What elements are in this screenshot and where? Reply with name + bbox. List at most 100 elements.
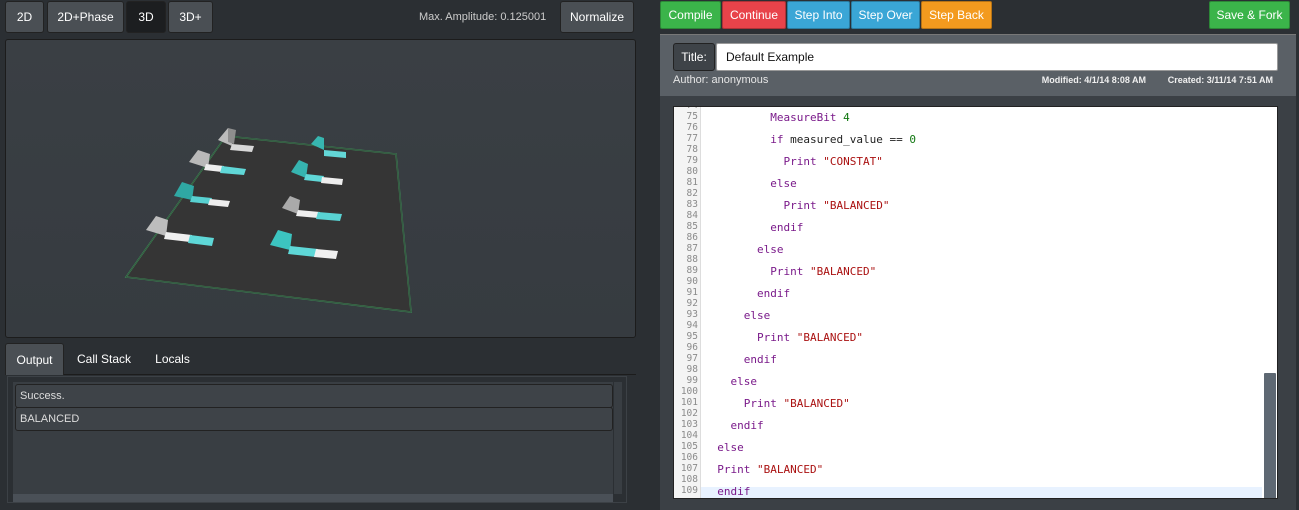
code-string: "BALANCED" (783, 397, 850, 410)
code-keyword: else (730, 375, 758, 388)
line-number: 95 (686, 331, 698, 342)
code-number: 4 (843, 111, 850, 124)
code-keyword: Print (756, 331, 791, 344)
code-keyword: if (770, 133, 784, 146)
code-keyword: Print (783, 199, 817, 212)
code-line: if measured_value == 0 (770, 133, 916, 146)
line-number: 108 (680, 474, 698, 485)
line-number-gutter: 7475767778798081828384858687888990919293… (674, 107, 701, 498)
compile-button[interactable]: Compile (660, 1, 721, 29)
line-number: 86 (686, 232, 698, 243)
3d-viewport[interactable] (5, 39, 636, 338)
code-string: "CONSTAT" (823, 155, 883, 168)
code-keyword: endif (730, 419, 764, 432)
step-back-button[interactable]: Step Back (921, 1, 992, 29)
line-number: 90 (686, 276, 698, 287)
code-line: else (704, 243, 784, 257)
line-number: 103 (680, 419, 698, 430)
line-number: 99 (686, 375, 698, 386)
code-keyword: Print (770, 265, 804, 278)
step-into-button[interactable]: Step Into (787, 1, 850, 29)
code-line: else (704, 309, 771, 323)
view-2d-phase-button[interactable]: 2D+Phase (47, 1, 124, 33)
line-number: 109 (680, 485, 698, 496)
code-keyword: else (770, 177, 797, 190)
line-number: 102 (680, 408, 698, 419)
code-line: Print "BALANCED" (704, 463, 823, 477)
max-amplitude-label: Max. Amplitude: 0.125001 (419, 11, 547, 23)
created-timestamp: Created: 3/11/14 7:51 AM (1167, 75, 1273, 85)
plot-plane (124, 135, 412, 313)
code-keyword: else (756, 243, 784, 256)
line-number: 78 (686, 144, 698, 155)
code-line: endif (704, 221, 803, 235)
output-list: Success. BALANCED (13, 382, 613, 494)
code-string: "BALANCED" (823, 199, 890, 212)
view-2d-button[interactable]: 2D (5, 1, 44, 33)
step-over-button[interactable]: Step Over (851, 1, 920, 29)
output-console: Success. BALANCED (7, 376, 627, 503)
line-number: 107 (680, 463, 698, 474)
line-number: 91 (686, 287, 698, 298)
title-label: Title: (673, 43, 715, 71)
modified-timestamp: Modified: 4/1/14 8:08 AM (1041, 75, 1146, 85)
program-meta-bar: Title: Author: anonymous Modified: 4/1/1… (660, 34, 1296, 96)
code-line: MeasureBit 4 (704, 111, 850, 125)
tab-output[interactable]: Output (5, 343, 64, 375)
line-number: 92 (686, 298, 698, 309)
editor-scrollbar-thumb[interactable] (1264, 373, 1276, 498)
code-line: endif (704, 287, 790, 301)
code-line: Print "BALANCED" (704, 199, 889, 213)
line-number: 100 (680, 386, 698, 397)
code-line: endif (704, 353, 777, 367)
code-keyword: endif (770, 221, 804, 234)
code-line: else (704, 441, 744, 455)
current-line-highlight (701, 487, 1262, 498)
line-number: 88 (686, 254, 698, 265)
code-keyword: endif (756, 287, 791, 300)
line-number: 104 (680, 430, 698, 441)
view-3d-button[interactable]: 3D (126, 1, 166, 33)
output-line: Success. (15, 384, 613, 408)
normalize-button[interactable]: Normalize (560, 1, 634, 33)
line-number: 82 (686, 188, 698, 199)
line-number: 75 (686, 111, 698, 122)
line-number: 84 (686, 210, 698, 221)
code-keyword: Print (717, 463, 751, 476)
code-number: 0 (909, 133, 916, 146)
code-keyword: Print (783, 155, 817, 168)
line-number: 101 (680, 397, 698, 408)
view-3d-plus-button[interactable]: 3D+ (168, 1, 213, 33)
code-line: endif (704, 485, 751, 498)
line-number: 76 (686, 122, 698, 133)
output-vertical-scrollbar[interactable] (614, 382, 622, 494)
code-line: else (704, 177, 797, 191)
save-fork-button[interactable]: Save & Fork (1209, 1, 1290, 29)
tab-locals[interactable]: Locals (145, 343, 200, 375)
amplitude-3d-plot (124, 128, 412, 313)
continue-button[interactable]: Continue (722, 1, 786, 29)
code-line: Print "BALANCED" (704, 331, 863, 345)
line-number: 83 (686, 199, 698, 210)
code-line: Print "CONSTAT" (704, 155, 883, 169)
title-input[interactable] (716, 43, 1278, 71)
quantum-state-panel: 2D 2D+Phase 3D 3D+ Max. Amplitude: 0.125… (0, 0, 642, 510)
code-line: else (704, 375, 758, 389)
line-number: 105 (680, 441, 698, 452)
code-keyword: endif (717, 485, 751, 498)
line-number: 85 (686, 221, 698, 232)
output-line: BALANCED (15, 407, 613, 431)
tab-call-stack[interactable]: Call Stack (67, 343, 141, 375)
code-string: "BALANCED" (757, 463, 824, 476)
line-number: 77 (686, 133, 698, 144)
line-number: 94 (686, 320, 698, 331)
line-number: 79 (686, 155, 698, 166)
code-editor[interactable]: 7475767778798081828384858687888990919293… (673, 106, 1278, 499)
output-tabs: Output Call Stack Locals (5, 343, 636, 375)
line-number: 87 (686, 243, 698, 254)
line-number: 81 (686, 177, 698, 188)
output-horizontal-scrollbar[interactable] (13, 494, 613, 502)
code-line: endif (704, 419, 764, 433)
code-string: "BALANCED" (796, 331, 863, 344)
line-number: 106 (680, 452, 698, 463)
